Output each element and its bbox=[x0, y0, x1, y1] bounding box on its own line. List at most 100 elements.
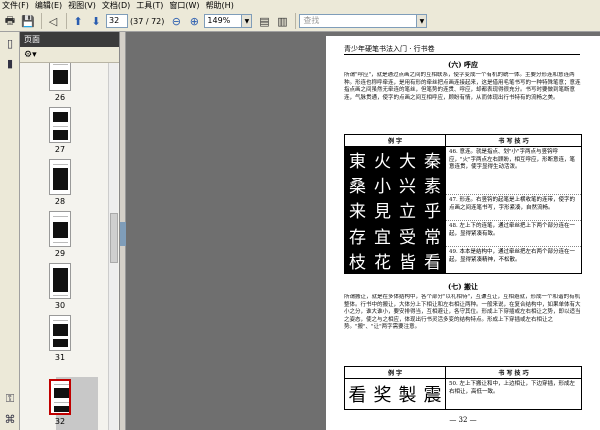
attachments-icon[interactable]: ⌘ bbox=[3, 412, 17, 426]
example-char: 宜 bbox=[374, 227, 391, 248]
example-char: 立 bbox=[399, 202, 416, 223]
page-thumbnail[interactable]: 27 bbox=[38, 107, 82, 154]
document-page: 青少年硬笔书法入门 · 行书卷 (六) 呼应 所谓"呼应"，就是通过点画之间的互… bbox=[326, 36, 600, 430]
search-input[interactable]: 查找 bbox=[299, 14, 418, 28]
table-body: 看 奖 製 震 50. 左上下搬让和中，上边相让，下边穿插，形成左右相让，高低一… bbox=[345, 379, 581, 409]
page-number-input[interactable]: 32 bbox=[106, 14, 128, 28]
calligraphy-examples: 看 奖 製 震 bbox=[345, 379, 445, 409]
search-dropdown-icon[interactable]: ▼ bbox=[417, 14, 428, 28]
menu-tools[interactable]: 工具(T) bbox=[136, 0, 163, 11]
page-count-label: (37 / 72) bbox=[130, 16, 165, 26]
table-header-left: 例 字 bbox=[387, 138, 403, 145]
example-char: 看 bbox=[348, 385, 367, 406]
menu-file[interactable]: 文件(F) bbox=[2, 0, 29, 11]
page-thumbnail[interactable]: 28 bbox=[38, 159, 82, 206]
example-char: 火 bbox=[374, 152, 391, 173]
technique-notes: 50. 左上下搬让和中，上边相让，下边穿插，形成左右相让，高低一致。 bbox=[445, 379, 581, 409]
thumbnail-image bbox=[49, 159, 71, 195]
example-char: 皆 bbox=[399, 252, 416, 273]
print-icon[interactable]: 🖶 bbox=[2, 13, 18, 29]
example-char: 小 bbox=[374, 177, 391, 198]
zoom-level-input[interactable]: 149% bbox=[204, 14, 243, 28]
thumbnail-label: 32 bbox=[54, 417, 66, 426]
page-thumbnail[interactable]: 29 bbox=[38, 211, 82, 258]
example-char: 受 bbox=[399, 227, 416, 248]
example-table: 例 字 书 写 技 巧 看 奖 製 震 50. 左上下搬让和中，上边相让，下边穿… bbox=[344, 366, 582, 410]
fit-page-icon[interactable]: ▤ bbox=[256, 13, 272, 29]
example-char: 秦 bbox=[424, 152, 441, 173]
zoom-in-icon[interactable]: ⊕ bbox=[186, 13, 202, 29]
pdf-reader-window: 文件(F) 编辑(E) 视图(V) 文档(D) 工具(T) 窗口(W) 帮助(H… bbox=[0, 0, 600, 430]
example-char: 看 bbox=[424, 252, 441, 273]
save-icon[interactable]: 💾 bbox=[20, 13, 36, 29]
page-thumbnail-selected[interactable]: 32 bbox=[38, 379, 82, 426]
thumbnail-image bbox=[49, 107, 71, 143]
next-page-icon[interactable]: ⬇ bbox=[88, 13, 104, 29]
example-char: 桑 bbox=[349, 177, 366, 198]
table-header: 例 字 书 写 技 巧 bbox=[345, 135, 581, 147]
menu-window[interactable]: 窗口(W) bbox=[169, 0, 199, 11]
technique-note: 50. 左上下搬让和中，上边相让，下边穿插，形成左右相让，高低一致。 bbox=[449, 381, 575, 395]
bookmarks-icon[interactable]: ▮ bbox=[3, 56, 17, 70]
calligraphy-examples: 東 火 大 秦 桑 小 兴 素 来 見 立 乎 存 宜 受 常 枝 花 皆 看 bbox=[345, 147, 445, 273]
toolbar-separator bbox=[295, 13, 297, 29]
zoom-out-icon[interactable]: ⊖ bbox=[168, 13, 184, 29]
menu-document[interactable]: 文档(D) bbox=[102, 0, 130, 11]
header-rule bbox=[344, 54, 580, 55]
thumbnail-image bbox=[49, 63, 71, 91]
back-icon[interactable]: ◁ bbox=[45, 13, 61, 29]
thumbnail-label: 29 bbox=[54, 249, 66, 258]
technique-note: 46. 意连。就是指点、划"小"字两点与竖钩呼应，"火"字两点左右顾盼，相互呼应… bbox=[446, 147, 581, 195]
example-char: 常 bbox=[424, 227, 441, 248]
body-paragraph: 所谓"呼应"，就是通过点画之间的互相联系，使字变成一个有机的统一体。主要分形连和… bbox=[344, 72, 581, 101]
scrollbar-thumb[interactable] bbox=[110, 213, 118, 263]
options-icon[interactable]: ⚙▾ bbox=[24, 50, 37, 60]
pages-panel-options: ⚙▾ bbox=[20, 47, 119, 63]
toolbar: 🖶 💾 ◁ ⬆ ⬇ 32 (37 / 72) ⊖ ⊕ 149% ▼ ▤ ▥ 查找… bbox=[0, 11, 600, 32]
signatures-icon[interactable]: ⚿ bbox=[3, 392, 17, 406]
menu-edit[interactable]: 编辑(E) bbox=[35, 0, 62, 11]
page-thumbnail[interactable]: 31 bbox=[38, 315, 82, 362]
example-char: 震 bbox=[423, 385, 442, 406]
zoom-dropdown-icon[interactable]: ▼ bbox=[242, 14, 253, 28]
page-thumbnail[interactable]: 30 bbox=[38, 263, 82, 310]
example-char: 見 bbox=[374, 202, 391, 223]
example-table: 例 字 书 写 技 巧 東 火 大 秦 桑 小 兴 素 来 見 立 乎 存 宜 … bbox=[344, 134, 582, 274]
example-char: 花 bbox=[374, 252, 391, 273]
table-header-right: 书 写 技 巧 bbox=[445, 367, 581, 378]
thumbnail-image bbox=[49, 315, 71, 351]
thumbnail-label: 31 bbox=[54, 353, 66, 362]
page-number: — 32 — bbox=[449, 416, 477, 424]
thumbnail-label: 26 bbox=[54, 93, 66, 102]
previous-page-icon[interactable]: ⬆ bbox=[70, 13, 86, 29]
table-header-left: 例 字 bbox=[387, 370, 403, 377]
pages-panel: 页面 ⚙▾ 26 27 28 29 30 31 32 bbox=[20, 32, 120, 430]
technique-note: 49. 本本是结构中，通过牵丝把左右两个部分连在一起，显得紧凑精神，不松散。 bbox=[449, 249, 575, 263]
example-char: 製 bbox=[398, 385, 417, 406]
thumbnail-image bbox=[49, 211, 71, 247]
body-paragraph: 所谓搬让，就是在多体结构中，各个部分"以礼相待"，互谦互让，互相避就，形成一个和… bbox=[344, 294, 581, 330]
menu-view[interactable]: 视图(V) bbox=[68, 0, 96, 11]
fit-width-icon[interactable]: ▥ bbox=[274, 13, 290, 29]
toolbar-separator bbox=[66, 13, 67, 29]
example-char: 兴 bbox=[399, 177, 416, 198]
technique-notes: 46. 意连。就是指点、划"小"字两点与竖钩呼应，"火"字两点左右顾盼，相互呼应… bbox=[445, 147, 581, 273]
pages-panel-title: 页面 bbox=[24, 35, 40, 44]
example-char: 枝 bbox=[349, 252, 366, 273]
example-char: 素 bbox=[424, 177, 441, 198]
menu-help[interactable]: 帮助(H) bbox=[206, 0, 234, 11]
thumbnail-list: 26 27 28 29 30 31 32 bbox=[20, 63, 120, 430]
toolbar-separator bbox=[41, 13, 42, 29]
thumbnail-label: 28 bbox=[54, 197, 66, 206]
menu-bar: 文件(F) 编辑(E) 视图(V) 文档(D) 工具(T) 窗口(W) 帮助(H… bbox=[0, 0, 600, 11]
thumbnail-scrollbar[interactable] bbox=[108, 63, 118, 430]
pages-icon[interactable]: ▯ bbox=[3, 36, 17, 50]
table-body: 東 火 大 秦 桑 小 兴 素 来 見 立 乎 存 宜 受 常 枝 花 皆 看 … bbox=[345, 147, 581, 273]
section-title: (七) 搬让 bbox=[447, 282, 479, 291]
page-thumbnail[interactable]: 26 bbox=[38, 63, 82, 102]
example-char: 奖 bbox=[373, 385, 392, 406]
technique-note: 48. 左上下的连笔，通过牵丝把上下两个部分连在一起，显得紧凑有致。 bbox=[446, 221, 581, 247]
thumbnail-image bbox=[49, 379, 71, 415]
navigation-pane-strip: ▯ ▮ ⚿ ⌘ bbox=[0, 32, 20, 430]
document-view[interactable]: 青少年硬笔书法入门 · 行书卷 (六) 呼应 所谓"呼应"，就是通过点画之间的互… bbox=[126, 32, 600, 430]
